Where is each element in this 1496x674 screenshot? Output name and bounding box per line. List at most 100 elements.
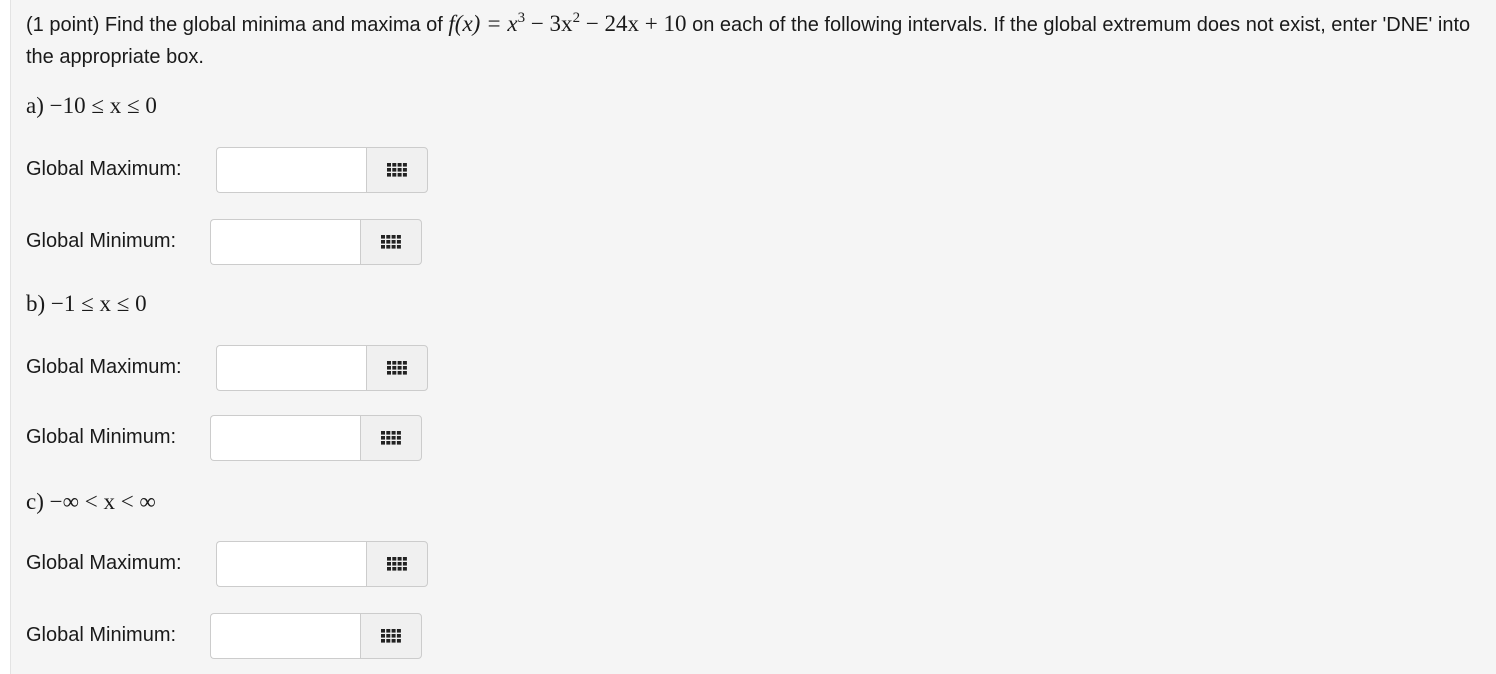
grid-icon-cell: [402, 557, 407, 561]
grid-icon-cell: [402, 562, 407, 566]
grid-icon-cell: [392, 557, 397, 561]
grid-icon-cell: [381, 431, 385, 435]
grid-icon-cell: [392, 562, 397, 566]
grid-icon-cell: [381, 245, 385, 249]
part-a-max-answer: [216, 147, 428, 193]
grid-icon-cell: [396, 245, 401, 249]
grid-icon-cell: [392, 567, 397, 571]
function-expression: f(x) = x3 − 3x2 − 24x + 10: [448, 10, 687, 37]
part-c-min-palette-button[interactable]: [360, 613, 422, 659]
grid-icon-cell: [386, 629, 391, 633]
grid-icon-cell: [386, 436, 391, 440]
part-a-max-label: Global Maximum:: [26, 158, 182, 180]
grid-icon: [381, 235, 401, 249]
grid-icon-cell: [392, 168, 397, 172]
grid-icon-cell: [402, 371, 407, 375]
grid-icon-cell: [387, 361, 391, 365]
grid-icon-cell: [391, 629, 396, 633]
grid-icon-cell: [391, 235, 396, 239]
part-c-min-input[interactable]: [210, 613, 360, 659]
part-b-max-palette-button[interactable]: [366, 345, 428, 391]
grid-icon-cell: [386, 245, 391, 249]
part-a-min-answer: [210, 219, 422, 265]
grid-icon-cell: [392, 366, 397, 370]
grid-icon-cell: [392, 371, 397, 375]
part-b-min-input[interactable]: [210, 415, 360, 461]
grid-icon-cell: [391, 639, 396, 643]
grid-icon-cell: [397, 562, 402, 566]
grid-icon-cell: [387, 371, 391, 375]
grid-icon-cell: [396, 639, 401, 643]
grid-icon-cell: [397, 366, 402, 370]
grid-icon-cell: [387, 557, 391, 561]
term-linear-constant: − 24x + 10: [580, 11, 687, 36]
grid-icon-cell: [387, 168, 391, 172]
part-a-max-input[interactable]: [216, 147, 366, 193]
part-a-max-palette-button[interactable]: [366, 147, 428, 193]
grid-icon: [381, 629, 401, 643]
grid-icon-cell: [391, 240, 396, 244]
grid-icon-cell: [381, 634, 385, 638]
problem-panel: (1 point) Find the global minima and max…: [10, 0, 1496, 674]
grid-icon-cell: [402, 163, 407, 167]
grid-icon-cell: [381, 441, 385, 445]
grid-icon: [381, 431, 401, 445]
grid-icon-cell: [381, 436, 385, 440]
exponent-cubed: 3: [517, 10, 526, 26]
grid-icon-cell: [397, 567, 402, 571]
grid-icon-cell: [386, 639, 391, 643]
grid-icon-cell: [397, 361, 402, 365]
grid-icon-cell: [392, 361, 397, 365]
grid-icon: [387, 361, 407, 375]
grid-icon-cell: [402, 168, 407, 172]
part-b-max-answer: [216, 345, 428, 391]
part-a-min-label: Global Minimum:: [26, 230, 177, 252]
part-c-min-answer: [210, 613, 422, 659]
grid-icon-cell: [402, 567, 407, 571]
grid-icon-cell: [397, 371, 402, 375]
grid-icon-cell: [397, 168, 402, 172]
grid-icon-cell: [391, 436, 396, 440]
grid-icon-cell: [397, 163, 402, 167]
grid-icon-cell: [391, 441, 396, 445]
grid-icon-cell: [387, 173, 391, 177]
grid-icon-cell: [396, 235, 401, 239]
part-c-max-palette-button[interactable]: [366, 541, 428, 587]
grid-icon-cell: [402, 173, 407, 177]
grid-icon: [387, 163, 407, 177]
grid-icon-cell: [396, 436, 401, 440]
part-a-min-palette-button[interactable]: [360, 219, 422, 265]
grid-icon-cell: [386, 441, 391, 445]
grid-icon-cell: [391, 431, 396, 435]
grid-icon-cell: [397, 173, 402, 177]
grid-icon-cell: [387, 163, 391, 167]
grid-icon-cell: [386, 634, 391, 638]
part-b-interval: b) −1 ≤ x ≤ 0: [26, 291, 147, 316]
prompt-prefix: (1 point) Find the global minima and max…: [26, 14, 449, 36]
grid-icon-cell: [386, 431, 391, 435]
grid-icon-cell: [396, 629, 401, 633]
grid-icon-cell: [387, 567, 391, 571]
part-c-max-input[interactable]: [216, 541, 366, 587]
part-a-min-input[interactable]: [210, 219, 360, 265]
part-c-interval: c) −∞ < x < ∞: [26, 489, 156, 514]
part-b-max-input[interactable]: [216, 345, 366, 391]
part-c-max-answer: [216, 541, 428, 587]
grid-icon-cell: [396, 441, 401, 445]
grid-icon-cell: [386, 235, 391, 239]
grid-icon: [387, 557, 407, 571]
grid-icon-cell: [391, 634, 396, 638]
grid-icon-cell: [381, 240, 385, 244]
grid-icon-cell: [391, 245, 396, 249]
grid-icon-cell: [387, 562, 391, 566]
grid-icon-cell: [396, 431, 401, 435]
part-b-min-palette-button[interactable]: [360, 415, 422, 461]
grid-icon-cell: [386, 240, 391, 244]
grid-icon-cell: [402, 361, 407, 365]
grid-icon-cell: [381, 639, 385, 643]
problem-prompt: (1 point) Find the global minima and max…: [26, 8, 1486, 73]
grid-icon-cell: [381, 235, 385, 239]
grid-icon-cell: [396, 240, 401, 244]
term-quadratic: − 3x: [525, 11, 573, 36]
grid-icon-cell: [392, 173, 397, 177]
